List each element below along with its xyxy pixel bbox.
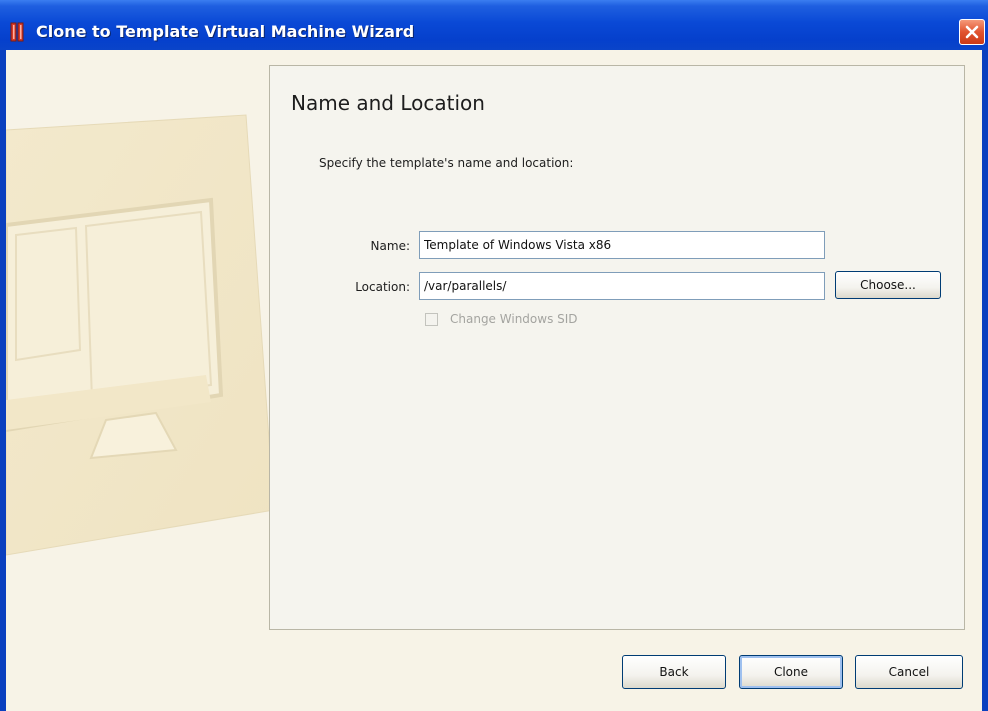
- location-label: Location:: [355, 280, 410, 294]
- window-title: Clone to Template Virtual Machine Wizard: [36, 22, 415, 41]
- page-title: Name and Location: [291, 91, 485, 115]
- cancel-button[interactable]: Cancel: [855, 655, 963, 689]
- choose-button[interactable]: Choose...: [835, 271, 941, 299]
- wizard-button-bar: Back Clone Cancel: [6, 630, 982, 711]
- close-button[interactable]: [959, 19, 985, 45]
- change-sid-label: Change Windows SID: [450, 312, 578, 326]
- close-icon: [965, 25, 979, 39]
- wizard-window: Clone to Template Virtual Machine Wizard: [0, 0, 988, 711]
- change-sid-checkbox[interactable]: [425, 313, 438, 326]
- clone-button[interactable]: Clone: [739, 655, 843, 689]
- wizard-content-panel: Name and Location Specify the template's…: [269, 65, 965, 630]
- parallels-icon: [10, 22, 24, 42]
- title-bar[interactable]: Clone to Template Virtual Machine Wizard: [0, 0, 988, 50]
- back-button[interactable]: Back: [622, 655, 726, 689]
- wizard-client-area: Name and Location Specify the template's…: [6, 50, 982, 711]
- name-label: Name:: [370, 239, 410, 253]
- page-subtitle: Specify the template's name and location…: [319, 156, 574, 170]
- location-field[interactable]: [419, 272, 825, 300]
- name-field[interactable]: [419, 231, 825, 259]
